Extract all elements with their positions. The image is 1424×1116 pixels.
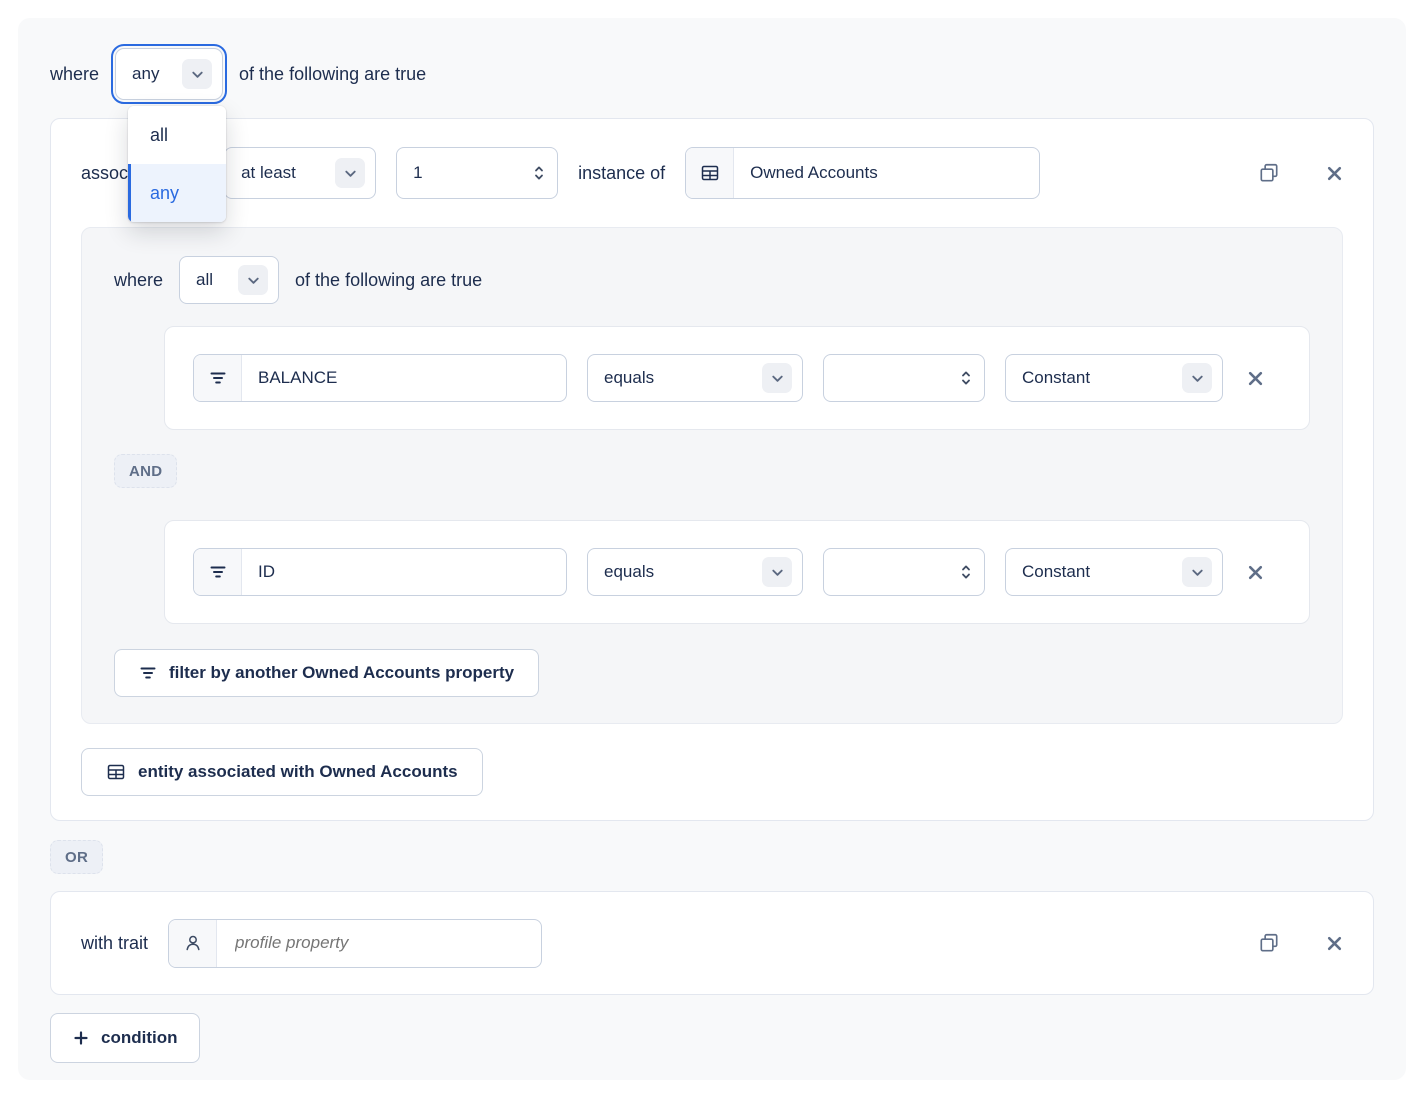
- property-select[interactable]: ID: [193, 548, 567, 596]
- duplicate-condition-button[interactable]: [1258, 932, 1280, 954]
- root-match-select[interactable]: any: [115, 48, 223, 100]
- filter-icon: [194, 549, 242, 595]
- filter-icon: [194, 355, 242, 401]
- property-select[interactable]: BALANCE: [193, 354, 567, 402]
- match-select-dropdown: all any: [128, 106, 226, 222]
- segment-condition-builder: where any of the following are true all …: [18, 18, 1406, 1080]
- chevron-down-icon: [182, 59, 212, 89]
- comparison-value[interactable]: [838, 561, 960, 583]
- operator-select[interactable]: equals: [587, 354, 803, 402]
- where-label: where: [114, 270, 163, 291]
- value-type-select[interactable]: Constant: [1005, 548, 1223, 596]
- close-icon: [1247, 370, 1264, 387]
- close-icon: [1326, 165, 1343, 182]
- chevron-down-icon: [335, 158, 365, 188]
- dropdown-option-any[interactable]: any: [128, 164, 226, 222]
- operator-select[interactable]: equals: [587, 548, 803, 596]
- chevron-down-icon: [1182, 557, 1212, 587]
- comparison-value[interactable]: [838, 367, 960, 389]
- stepper-icon[interactable]: [960, 369, 972, 387]
- add-condition-label: condition: [101, 1028, 177, 1048]
- nested-filter-group: where all of the following are true BALA…: [81, 227, 1343, 724]
- quantifier-select[interactable]: at least: [224, 147, 376, 199]
- remove-filter-button[interactable]: [1247, 564, 1264, 581]
- remove-condition-button[interactable]: [1326, 165, 1343, 182]
- nested-match-value: all: [196, 270, 213, 290]
- nested-group-header: where all of the following are true: [114, 256, 1310, 304]
- value-type-select[interactable]: Constant: [1005, 354, 1223, 402]
- nested-match-select[interactable]: all: [179, 256, 279, 304]
- filter-icon: [139, 664, 157, 682]
- chevron-down-icon: [238, 265, 268, 295]
- and-connector-badge: AND: [114, 454, 177, 488]
- dropdown-option-all[interactable]: all: [128, 106, 226, 164]
- profile-property-input[interactable]: [233, 932, 531, 954]
- add-property-filter-label: filter by another Owned Accounts propert…: [169, 663, 514, 683]
- copy-icon: [1258, 932, 1280, 954]
- association-condition-card: associated with at least instance of Own…: [50, 118, 1374, 821]
- operator-value: equals: [604, 562, 654, 582]
- entity-value: Owned Accounts: [734, 148, 1039, 198]
- chevron-down-icon: [762, 557, 792, 587]
- chevron-down-icon: [762, 363, 792, 393]
- of-following-label: of the following are true: [239, 64, 426, 85]
- property-condition-row: ID equals Constant: [164, 520, 1310, 624]
- table-icon: [106, 762, 126, 782]
- stepper-icon[interactable]: [960, 563, 972, 581]
- add-property-filter-button[interactable]: filter by another Owned Accounts propert…: [114, 649, 539, 697]
- property-value: BALANCE: [242, 355, 566, 401]
- instance-count-input[interactable]: [396, 147, 558, 199]
- entity-select[interactable]: Owned Accounts: [685, 147, 1040, 199]
- with-trait-label: with trait: [81, 933, 148, 954]
- profile-property-input-wrap: [217, 920, 541, 967]
- property-value: ID: [242, 549, 566, 595]
- root-group-header: where any of the following are true: [50, 48, 1374, 100]
- where-label: where: [50, 64, 99, 85]
- or-connector-badge: OR: [50, 840, 103, 874]
- value-type-value: Constant: [1022, 562, 1090, 582]
- chevron-down-icon: [1182, 363, 1212, 393]
- trait-condition-card: with trait: [50, 891, 1374, 995]
- value-type-value: Constant: [1022, 368, 1090, 388]
- table-icon: [686, 148, 734, 198]
- stepper-icon[interactable]: [533, 164, 545, 182]
- duplicate-condition-button[interactable]: [1258, 162, 1280, 184]
- root-match-value: any: [132, 64, 159, 84]
- association-header-row: associated with at least instance of Own…: [81, 147, 1343, 199]
- profile-property-select[interactable]: [168, 919, 542, 968]
- remove-filter-button[interactable]: [1247, 370, 1264, 387]
- operator-value: equals: [604, 368, 654, 388]
- add-associated-entity-button[interactable]: entity associated with Owned Accounts: [81, 748, 483, 796]
- property-condition-row: BALANCE equals Constant: [164, 326, 1310, 430]
- remove-condition-button[interactable]: [1326, 935, 1343, 952]
- add-condition-button[interactable]: condition: [50, 1013, 200, 1063]
- instance-of-label: instance of: [578, 163, 665, 184]
- comparison-value-input[interactable]: [823, 354, 985, 402]
- close-icon: [1326, 935, 1343, 952]
- copy-icon: [1258, 162, 1280, 184]
- comparison-value-input[interactable]: [823, 548, 985, 596]
- instance-count-value[interactable]: [411, 162, 533, 184]
- person-icon: [169, 920, 217, 967]
- of-following-label: of the following are true: [295, 270, 482, 291]
- close-icon: [1247, 564, 1264, 581]
- add-associated-entity-label: entity associated with Owned Accounts: [138, 762, 458, 782]
- plus-icon: [73, 1030, 89, 1046]
- quantifier-value: at least: [241, 163, 296, 183]
